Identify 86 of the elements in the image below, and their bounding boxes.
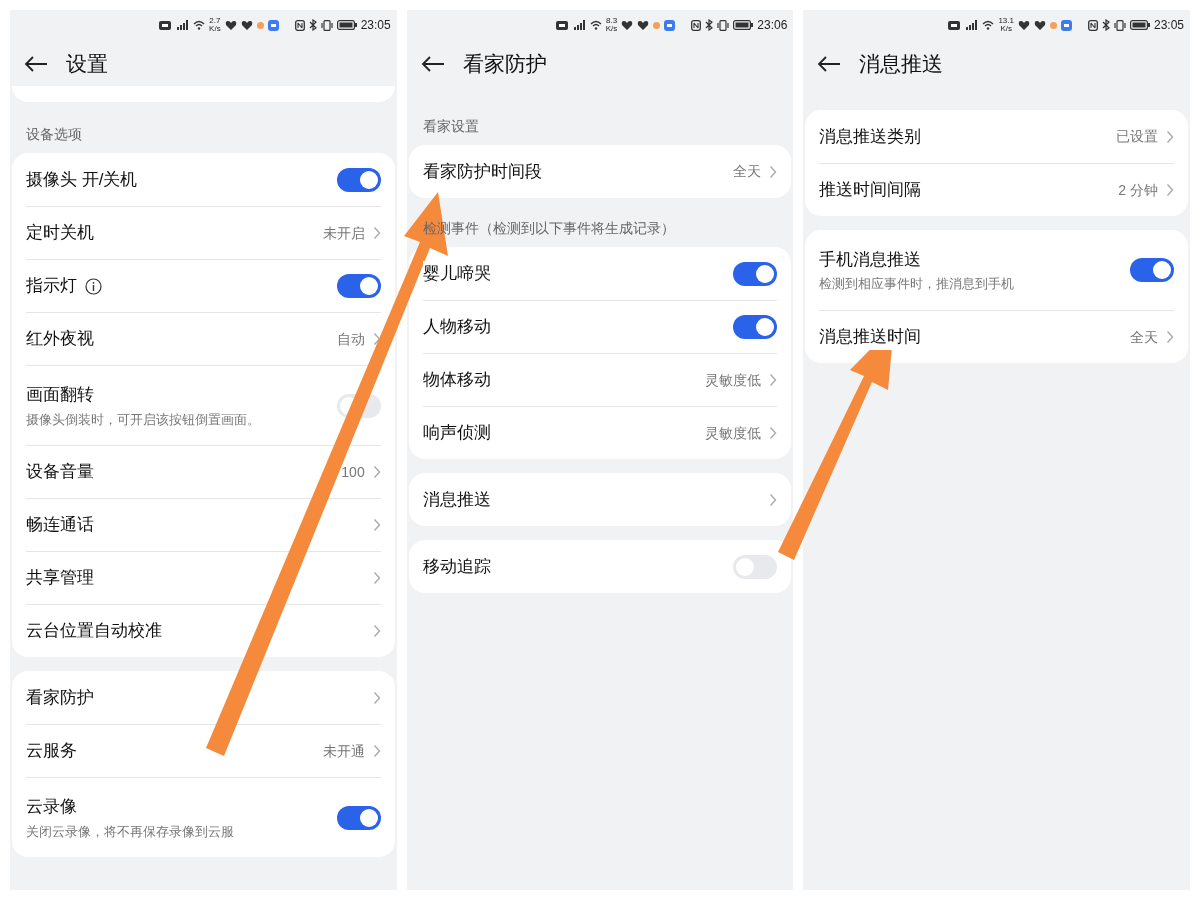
chevron-icon — [769, 164, 778, 179]
network-speed: 8.3 — [605, 17, 618, 25]
signal-icon — [175, 20, 190, 30]
nfc-icon — [691, 19, 702, 31]
toggle-switch[interactable] — [336, 167, 381, 192]
row-description: 关闭云录像，将不再保存录像到云服 — [26, 822, 235, 841]
section-header: 看家设置 — [422, 117, 479, 136]
back-arrow-icon[interactable] — [24, 55, 48, 73]
heart-icon — [621, 20, 634, 30]
bluetooth-icon — [308, 19, 317, 31]
toggle-switch[interactable] — [336, 805, 381, 830]
chevron-icon — [769, 492, 778, 507]
info-icon[interactable] — [85, 277, 102, 295]
bluetooth-icon — [1102, 19, 1110, 31]
row-value: 未开启 — [322, 223, 365, 243]
toggle-switch[interactable] — [336, 274, 381, 298]
section-header: 设备选项 — [26, 125, 82, 144]
hd-icon — [555, 20, 568, 30]
speed-unit: K/s — [1000, 25, 1012, 33]
chevron-icon — [1166, 330, 1174, 344]
hd-icon — [948, 20, 961, 30]
row-value: 2 分钟 — [1118, 180, 1158, 200]
row-value: 100 — [341, 462, 365, 482]
network-speed: 2.7 — [209, 17, 221, 25]
vibrate-icon — [320, 19, 333, 31]
row-description: 检测到相应事件时，推消息到手机 — [819, 275, 1016, 294]
toggle-switch[interactable] — [733, 261, 778, 286]
battery-icon — [733, 20, 754, 30]
page-title: 设置 — [66, 51, 108, 78]
row-value: 未开通 — [322, 741, 365, 761]
wifi-icon — [982, 20, 995, 30]
clock-time: 23:05 — [360, 17, 391, 34]
chevron-icon — [372, 571, 381, 585]
chevron-icon — [1166, 183, 1174, 197]
chevron-icon — [769, 426, 778, 440]
heart-icon — [240, 20, 253, 30]
chevron-icon — [372, 465, 381, 479]
toggle-switch[interactable] — [733, 554, 778, 579]
dot-icon — [1050, 21, 1057, 29]
dot-icon — [256, 21, 264, 29]
wifi-icon — [193, 20, 206, 30]
chevron-icon — [372, 518, 381, 532]
chevron-icon — [372, 624, 381, 638]
app-icon — [1061, 19, 1072, 31]
row-value: 自动 — [336, 329, 365, 349]
page-title: 消息推送 — [859, 51, 944, 78]
speed-unit: K/s — [209, 25, 221, 33]
page-title: 看家防护 — [462, 51, 547, 78]
back-arrow-icon[interactable] — [420, 55, 445, 73]
vibrate-icon — [717, 19, 730, 31]
network-speed: 13.1 — [998, 17, 1014, 25]
heart-icon — [224, 20, 237, 30]
battery-icon — [1130, 20, 1150, 30]
row-description: 摄像头倒装时，可开启该按钮倒置画面。 — [26, 410, 261, 429]
signal-icon — [571, 20, 586, 30]
heart-icon — [1034, 20, 1046, 30]
vibrate-icon — [1114, 19, 1126, 31]
row-value: 全天 — [1130, 327, 1158, 347]
hd-icon — [159, 20, 172, 30]
row-label: 消息推送时间 — [819, 324, 922, 350]
nfc-icon — [1088, 19, 1098, 31]
row-value: 灵敏度低 — [705, 423, 762, 443]
heart-icon — [1018, 20, 1030, 30]
speed-unit: K/s — [605, 25, 618, 33]
row-value: 全天 — [733, 162, 762, 181]
row-value: 灵敏度低 — [705, 370, 762, 390]
chevron-icon — [1166, 129, 1174, 144]
toggle-switch[interactable] — [1130, 258, 1174, 282]
clock-time: 23:05 — [1154, 17, 1184, 34]
clock-time: 23:06 — [757, 17, 788, 34]
back-arrow-icon[interactable] — [817, 55, 842, 73]
wifi-icon — [589, 20, 602, 30]
chevron-icon — [372, 744, 381, 758]
nfc-icon — [294, 19, 305, 31]
signal-icon — [964, 20, 979, 30]
chevron-icon — [372, 226, 381, 240]
bluetooth-icon — [705, 19, 714, 31]
dot-icon — [653, 21, 661, 29]
app-icon — [267, 19, 279, 31]
heart-icon — [637, 20, 650, 30]
chevron-icon — [372, 690, 381, 705]
app-icon — [664, 19, 676, 31]
battery-icon — [336, 20, 357, 30]
toggle-switch[interactable] — [733, 315, 778, 339]
row-value: 已设置 — [1116, 127, 1158, 146]
chevron-icon — [769, 373, 778, 387]
